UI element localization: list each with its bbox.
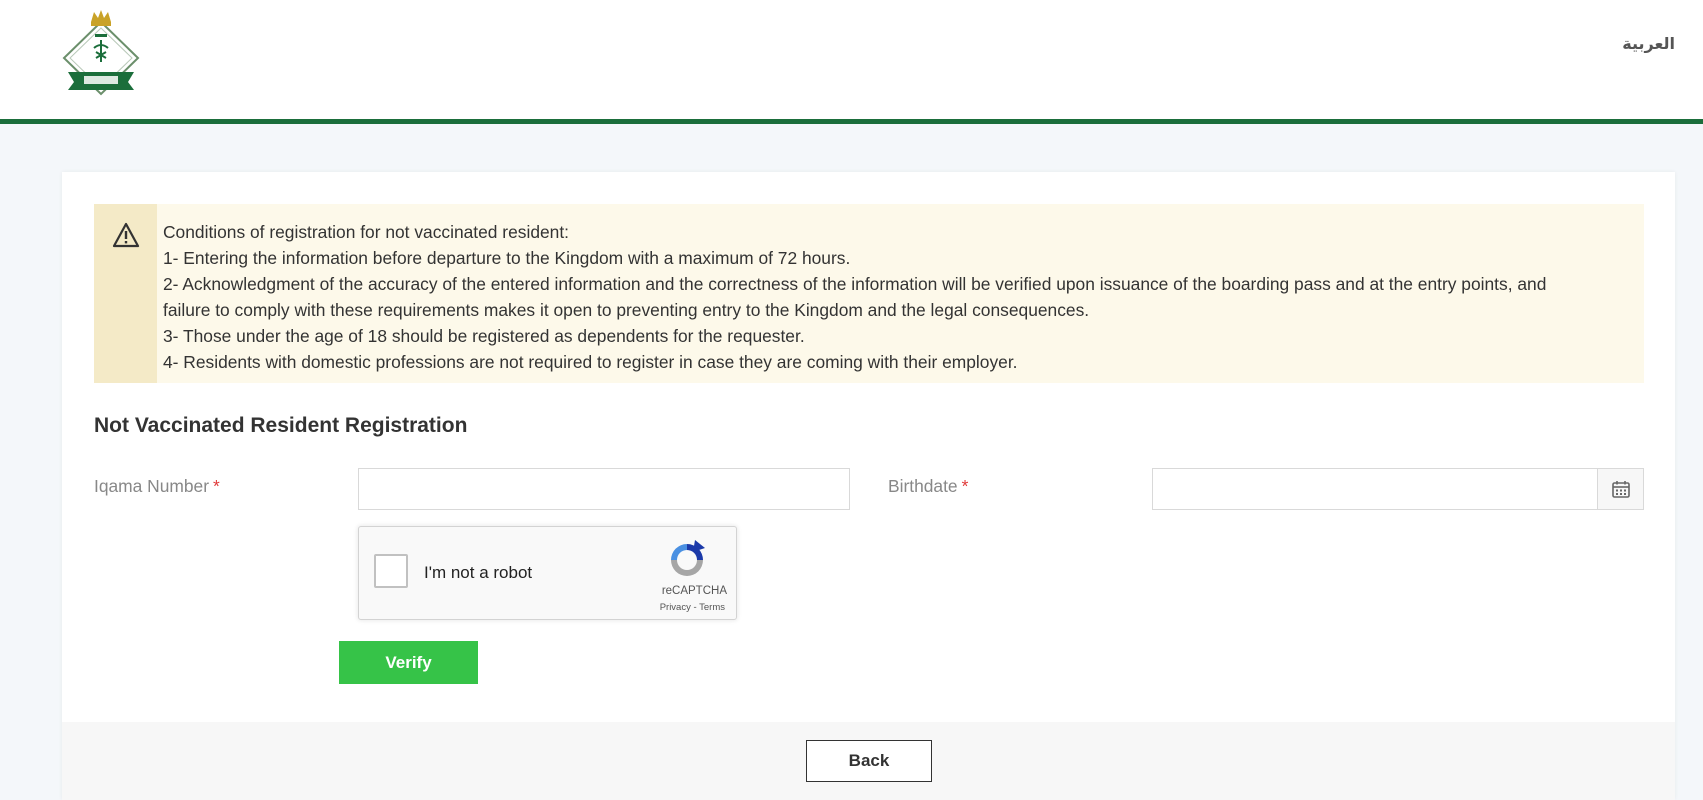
calendar-icon: [1611, 481, 1630, 498]
iqama-label-text: Iqama Number: [94, 476, 210, 496]
iqama-number-input[interactable]: [358, 468, 850, 510]
recaptcha-brand: reCAPTCHA: [661, 585, 727, 597]
terms-link[interactable]: Terms: [699, 602, 725, 613]
privacy-link[interactable]: Privacy: [660, 602, 691, 613]
warning-icon: [112, 222, 139, 248]
alert-text: Conditions of registration for not vacci…: [157, 204, 1546, 383]
link-separator: -: [690, 602, 700, 613]
required-marker: *: [213, 476, 220, 496]
alert-line: 1- Entering the information before depar…: [163, 248, 851, 268]
back-button[interactable]: Back: [806, 740, 932, 782]
verify-button[interactable]: Verify: [339, 641, 478, 684]
alert-line: Conditions of registration for not vacci…: [163, 222, 570, 242]
passports-emblem-logo: [62, 10, 140, 96]
birthdate-label-text: Birthdate: [888, 476, 958, 496]
iqama-number-label: Iqama Number *: [94, 476, 220, 497]
registration-card: Conditions of registration for not vacci…: [62, 172, 1675, 800]
calendar-button[interactable]: [1597, 468, 1644, 510]
recaptcha-checkbox[interactable]: [374, 554, 408, 588]
required-marker: *: [961, 476, 969, 496]
alert-line: 3- Those under the age of 18 should be r…: [163, 326, 805, 346]
birthdate-label: Birthdate *: [888, 476, 968, 497]
recaptcha-widget: I'm not a robot reCAPTCHA Privacy - Term…: [358, 526, 737, 620]
alert-line: failure to comply with these requirement…: [163, 300, 1090, 320]
alert-line: 2- Acknowledgment of the accuracy of the…: [163, 274, 1547, 294]
alert-icon-column: [94, 204, 157, 383]
conditions-alert: Conditions of registration for not vacci…: [94, 204, 1644, 383]
site-header: العربية: [0, 0, 1703, 124]
form-title: Not Vaccinated Resident Registration: [94, 414, 468, 437]
recaptcha-logo-icon: [671, 540, 705, 576]
recaptcha-label: I'm not a robot: [424, 563, 533, 582]
recaptcha-links: Privacy - Terms: [597, 602, 725, 613]
language-switch-link[interactable]: العربية: [1622, 34, 1675, 54]
alert-line: 4- Residents with domestic professions a…: [163, 352, 1018, 372]
birthdate-input[interactable]: [1152, 468, 1598, 510]
